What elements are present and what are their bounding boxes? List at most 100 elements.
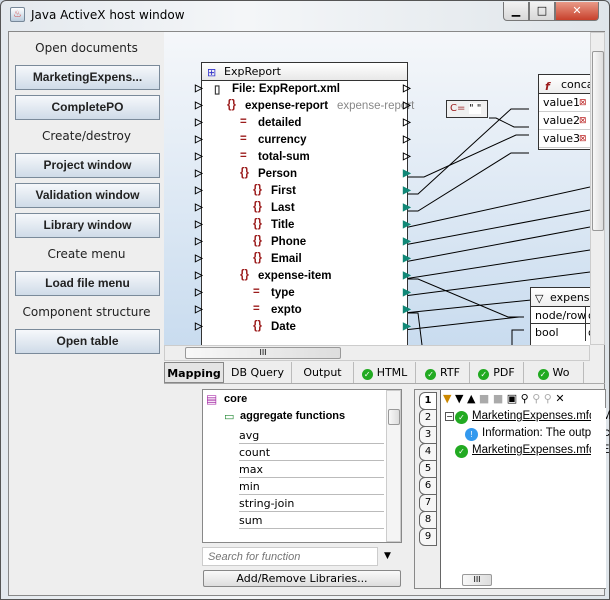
input-connector-icon[interactable]: ▷ [195, 185, 203, 196]
schema-row[interactable]: = total-sum ▷ ▷ [195, 150, 411, 167]
concat-input[interactable]: value1 ⊠ [539, 94, 590, 112]
project-window-button[interactable]: Project window [15, 153, 160, 178]
output-connector-icon[interactable]: ▶ [403, 287, 411, 298]
library-function[interactable]: avg [239, 427, 384, 444]
collapse-icon[interactable]: − [445, 412, 454, 421]
schema-row[interactable]: = currency ▷ ▷ [195, 133, 411, 150]
output-connector-icon[interactable]: ▷ [403, 151, 411, 162]
search-dropdown-icon[interactable]: ▼ [384, 551, 391, 561]
remove-input-icon[interactable]: ⊠ [579, 112, 587, 130]
library-tree[interactable]: ▤ core ▭ aggregate functions avg count max… [202, 389, 402, 543]
output-connector-icon[interactable]: ▶ [403, 236, 411, 247]
input-connector-icon[interactable]: ▷ [195, 117, 203, 128]
tab-output[interactable]: Output [292, 362, 354, 383]
schema-row[interactable]: = detailed ▷ ▷ [195, 116, 411, 133]
scroll-thumb[interactable] [592, 51, 604, 231]
tab-wo[interactable]: ✓ Wo [524, 362, 584, 383]
schema-row[interactable]: {} First ▷ ▶ [195, 184, 411, 201]
message-tab-2[interactable]: 2 [419, 409, 437, 427]
mapping-canvas[interactable]: ExpReport ⊞ ▯ File: ExpReport.xml ▷ ▷ {} expe… [164, 32, 590, 345]
find-next-icon[interactable]: ⚲ [532, 392, 540, 405]
concat-input[interactable]: value2 ⊠ [539, 112, 590, 130]
close-button[interactable]: ✕ [555, 2, 599, 21]
input-connector-icon[interactable]: ▷ [195, 151, 203, 162]
schema-row[interactable]: {} Email ▷ ▶ [195, 252, 411, 269]
schema-component[interactable]: ExpReport ⊞ ▯ File: ExpReport.xml ▷ ▷ {} expe… [195, 62, 414, 345]
message-item[interactable]: ✓MarketingExpenses.mfd: E [455, 444, 609, 458]
minimize-button[interactable]: ▁ [503, 2, 529, 21]
schema-row[interactable]: {} expense-report expense-report ▷ ▷ [195, 99, 414, 116]
message-item[interactable]: ✓MarketingExpenses.mfd: M [455, 410, 610, 424]
message-tab-6[interactable]: 6 [419, 477, 437, 495]
tab-html[interactable]: ✓ HTML [354, 362, 416, 383]
concat-function[interactable]: f concat value1⊠value2⊠value3⊠re [538, 74, 590, 150]
load-file-menu-button[interactable]: Load file menu [15, 271, 160, 296]
input-connector-icon[interactable]: ▷ [195, 236, 203, 247]
input-connector-icon[interactable]: ▷ [195, 202, 203, 213]
clear-icon[interactable]: ✕ [555, 392, 564, 405]
input-connector-icon[interactable]: ▷ [195, 321, 203, 332]
filter-input-bool[interactable]: bool [531, 324, 590, 341]
remove-input-icon[interactable]: ⊠ [579, 130, 587, 148]
scroll-thumb[interactable] [388, 409, 400, 425]
message-tab-1[interactable]: 1 [419, 392, 437, 410]
maximize-button[interactable]: □ [529, 2, 555, 21]
input-connector-icon[interactable]: ▷ [195, 287, 203, 298]
add-remove-libraries-button[interactable]: Add/Remove Libraries... [203, 570, 401, 587]
output-connector-icon[interactable]: ▷ [403, 100, 411, 111]
message-tab-4[interactable]: 4 [419, 443, 437, 461]
filter-input-node-row[interactable]: node/row [531, 307, 590, 324]
input-connector-icon[interactable]: ▷ [195, 83, 203, 94]
output-connector-icon[interactable]: ▶ [403, 185, 411, 196]
schema-row[interactable]: = expto ▷ ▶ [195, 303, 411, 320]
schema-row[interactable]: {} Title ▷ ▶ [195, 218, 411, 235]
schema-row[interactable]: {} Person ▷ ▶ [195, 167, 411, 184]
map-horizontal-scrollbar[interactable]: III [164, 345, 590, 361]
copy-all-icon[interactable]: ■ [493, 392, 503, 405]
output-connector-icon[interactable]: ▷ [403, 134, 411, 145]
output-connector-icon[interactable]: ▷ [403, 83, 411, 94]
output-connector-icon[interactable]: ▶ [403, 304, 411, 315]
tab-mapping[interactable]: Mapping [164, 362, 224, 383]
map-vertical-scrollbar[interactable] [590, 32, 605, 345]
filter-component[interactable]: ▽ expense- node/row bool oor [530, 287, 590, 345]
output-connector-icon[interactable]: ▷ [403, 117, 411, 128]
input-connector-icon[interactable]: ▷ [195, 100, 203, 111]
input-connector-icon[interactable]: ▷ [195, 253, 203, 264]
messages-horizontal-scrollbar[interactable]: III [442, 573, 606, 588]
filter-icon[interactable]: ▼ [443, 392, 451, 405]
doc-completepo-button[interactable]: CompletePO [15, 95, 160, 120]
concat-input[interactable]: value3 ⊠ [539, 130, 590, 148]
copy-message-icon[interactable]: ▣ [507, 392, 517, 405]
tab-rtf[interactable]: ✓ RTF [416, 362, 470, 383]
input-connector-icon[interactable]: ▷ [195, 134, 203, 145]
schema-row[interactable]: {} Phone ▷ ▶ [195, 235, 411, 252]
tab-db-query[interactable]: DB Query [224, 362, 292, 383]
input-connector-icon[interactable]: ▷ [195, 168, 203, 179]
schema-row[interactable]: {} Last ▷ ▶ [195, 201, 411, 218]
output-connector-icon[interactable]: ▶ [403, 253, 411, 264]
library-function[interactable]: max [239, 461, 384, 478]
message-tab-9[interactable]: 9 [419, 528, 437, 546]
doc-marketing-expenses-button[interactable]: MarketingExpens... [15, 65, 160, 90]
library-scrollbar[interactable] [386, 390, 401, 542]
constant-component[interactable]: C= " " [446, 100, 488, 118]
validation-window-button[interactable]: Validation window [15, 183, 160, 208]
input-connector-icon[interactable]: ▷ [195, 270, 203, 281]
scroll-thumb[interactable]: III [462, 574, 492, 586]
message-link[interactable]: MarketingExpenses.mfd [472, 444, 595, 456]
message-link[interactable]: MarketingExpenses.mfd [472, 410, 595, 422]
output-connector-icon[interactable]: ▶ [403, 270, 411, 281]
message-item[interactable]: ! Information: The output c [465, 427, 610, 441]
open-table-button[interactable]: Open table [15, 329, 160, 354]
previous-icon[interactable]: ▲ [467, 392, 475, 405]
library-function[interactable]: string-join [239, 495, 384, 512]
library-function[interactable]: count [239, 444, 384, 461]
output-connector-icon[interactable]: ▶ [403, 321, 411, 332]
schema-row[interactable]: = type ▷ ▶ [195, 286, 411, 303]
next-icon[interactable]: ▼ [455, 392, 463, 405]
schema-row[interactable]: ▯ File: ExpReport.xml ▷ ▷ [195, 82, 411, 99]
function-search-input[interactable] [202, 547, 378, 566]
input-connector-icon[interactable]: ▷ [195, 304, 203, 315]
library-root[interactable]: core [224, 393, 247, 405]
